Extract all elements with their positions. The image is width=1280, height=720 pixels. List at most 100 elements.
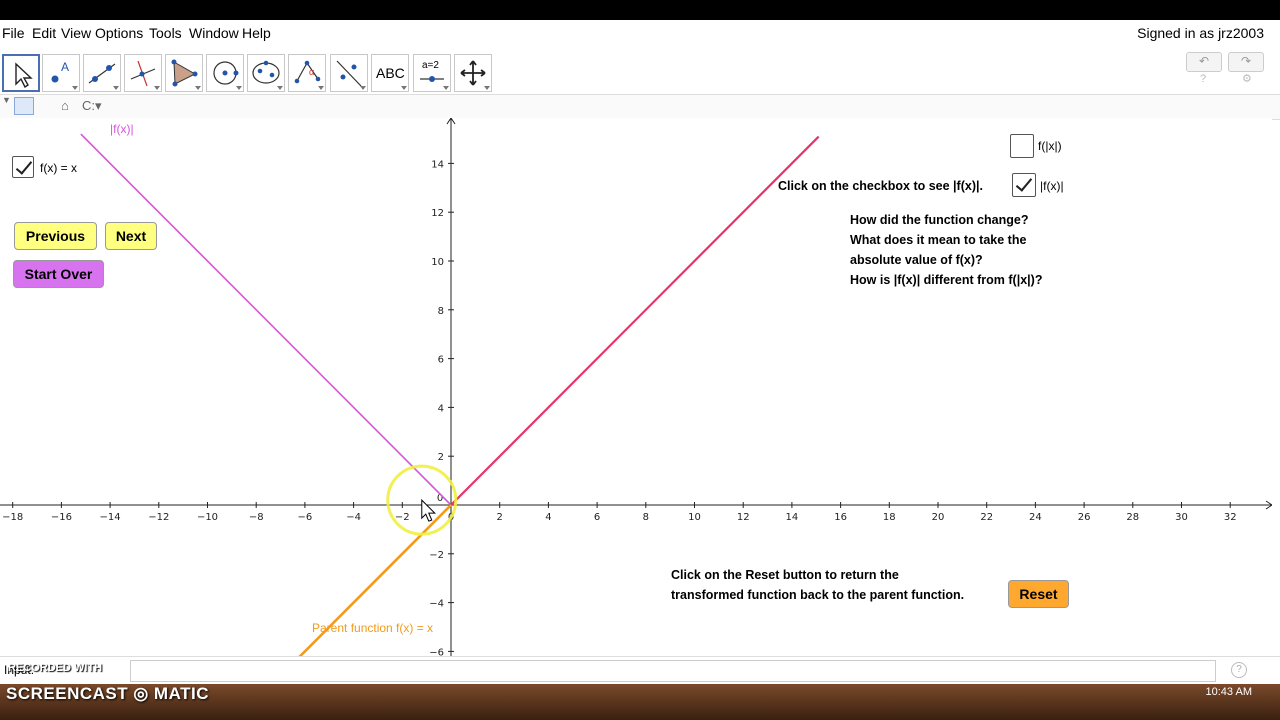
y-tick-label: 2 — [438, 452, 444, 463]
menu-bar: File Edit View Options Tools Window Help… — [0, 20, 1280, 46]
reset-button[interactable]: Reset — [1008, 580, 1069, 608]
abs-fx-curve-label: |f(x)| — [110, 122, 134, 136]
screen-top-border — [0, 0, 1280, 20]
menu-help[interactable]: Help — [242, 25, 271, 41]
graphics-view[interactable]: −18 −16 −14 −12 −10 −8 −6 −4 −2 0 2 4 6 8 10 12 14 16 18 20… — [0, 118, 1272, 656]
geogebra-window: File Edit View Options Tools Window Help… — [0, 20, 1280, 720]
menu-file[interactable]: File — [2, 25, 25, 41]
y-tick-label: 8 — [438, 306, 444, 317]
conic-tool-button[interactable] — [247, 54, 285, 92]
angle-tool-button[interactable]: α — [288, 54, 326, 92]
x-tick-label: −12 — [148, 512, 169, 523]
watermark-recorded: RECORDED WITH — [8, 662, 103, 674]
question-4: How is |f(x)| different from f(|x|)? — [850, 273, 1043, 287]
f-absx-checkbox[interactable] — [1010, 134, 1034, 158]
x-tick-label: 10 — [688, 512, 701, 523]
y-tick-label: 6 — [438, 355, 444, 366]
question-3: absolute value of f(x)? — [850, 253, 983, 267]
y-tick-label: 12 — [431, 208, 444, 219]
x-tick-label: −14 — [100, 512, 121, 523]
x-tick-label: 30 — [1175, 512, 1188, 523]
style-bar: ▼ ⌂ C:▾ — [0, 94, 1280, 120]
y-tick-label: −2 — [429, 550, 444, 561]
abs-fx-checkbox-label: |f(x)| — [1040, 179, 1064, 193]
help-icon[interactable]: ? — [1200, 73, 1206, 85]
mouse-cursor-icon — [421, 498, 436, 522]
gear-icon[interactable]: ⚙ — [1242, 72, 1252, 85]
x-tick-label: 22 — [980, 512, 993, 523]
watermark-screencast: SCREENCAST ◎ MATIC — [6, 684, 209, 703]
toolbar: A α ABC a=2 ↶ ↷ ? ⚙ — [0, 50, 1280, 94]
abs-fx-checkbox[interactable] — [1012, 173, 1036, 197]
reset-instruction-2: transformed function back to the parent … — [671, 588, 965, 602]
abs-fx-line — [450, 135, 820, 506]
polygon-tool-button[interactable] — [165, 54, 203, 92]
y-tick-label: 4 — [438, 403, 444, 414]
home-icon[interactable]: ⌂ — [61, 98, 69, 113]
line-tool-button[interactable] — [83, 54, 121, 92]
f-absx-checkbox-label: f(|x|) — [1038, 139, 1062, 153]
text-tool-label: ABC — [376, 65, 405, 81]
move-tool-icon — [15, 62, 33, 89]
perpendicular-tool-button[interactable] — [124, 54, 162, 92]
menu-options[interactable]: Options — [95, 25, 143, 41]
move-tool-button[interactable] — [2, 54, 40, 92]
x-tick-label: −16 — [51, 512, 72, 523]
menu-window[interactable]: Window — [189, 25, 239, 41]
reflected-line — [80, 133, 452, 506]
fx-checkbox[interactable] — [12, 156, 34, 178]
reset-instruction-1: Click on the Reset button to return the — [671, 568, 899, 582]
x-tick-label: 32 — [1224, 512, 1237, 523]
x-tick-label: −10 — [197, 512, 218, 523]
parent-function-label: Parent function f(x) = x — [312, 621, 434, 635]
svg-text:A: A — [61, 60, 69, 74]
x-tick-label: 6 — [594, 512, 600, 523]
view-options-icon[interactable]: C:▾ — [82, 98, 102, 114]
y-tick-label: 14 — [431, 159, 444, 170]
x-tick-label: 18 — [883, 512, 896, 523]
point-tool-button[interactable]: A — [42, 54, 80, 92]
x-tick-label: 16 — [834, 512, 847, 523]
slider-tool-button[interactable]: a=2 — [413, 54, 451, 92]
y-tick-label: −4 — [429, 599, 444, 610]
next-button[interactable]: Next — [105, 222, 157, 250]
redo-button[interactable]: ↷ — [1228, 52, 1264, 72]
coordinate-plane[interactable]: −18 −16 −14 −12 −10 −8 −6 −4 −2 0 2 4 6 8 10 12 14 16 18 20… — [0, 118, 1272, 656]
question-1: How did the function change? — [850, 213, 1029, 227]
x-tick-label: 14 — [786, 512, 799, 523]
instruction-checkbox-text: Click on the checkbox to see |f(x)|. — [778, 179, 983, 193]
input-help-icon[interactable]: ? — [1231, 662, 1247, 678]
menu-tools[interactable]: Tools — [149, 25, 182, 41]
x-tick-label: 4 — [545, 512, 551, 523]
signed-in-status[interactable]: Signed in as jrz2003 — [1137, 25, 1264, 41]
input-field[interactable] — [130, 660, 1216, 682]
circle-tool-button[interactable] — [206, 54, 244, 92]
y-tick-label: −6 — [429, 647, 444, 656]
previous-button[interactable]: Previous — [14, 222, 97, 250]
undo-button[interactable]: ↶ — [1186, 52, 1222, 72]
collapse-triangle-icon[interactable]: ▼ — [2, 95, 11, 105]
fx-checkbox-label: f(x) = x — [40, 161, 78, 175]
graphics-view-icon[interactable] — [14, 97, 34, 115]
svg-text:α: α — [309, 67, 314, 77]
y-tick-label: 10 — [431, 257, 444, 268]
x-tick-label: −6 — [298, 512, 313, 523]
x-tick-label: 12 — [737, 512, 750, 523]
question-2: What does it mean to take the — [850, 233, 1027, 247]
reflect-tool-button[interactable] — [330, 54, 368, 92]
x-tick-label: −18 — [2, 512, 23, 523]
x-tick-label: 8 — [643, 512, 649, 523]
taskbar-clock: 10:43 AM — [1205, 686, 1252, 698]
move-graphics-tool-button[interactable] — [454, 54, 492, 92]
x-tick-label: 2 — [497, 512, 503, 523]
x-tick-label: −4 — [346, 512, 361, 523]
x-tick-label: 28 — [1126, 512, 1139, 523]
x-tick-label: −8 — [249, 512, 264, 523]
text-tool-button[interactable]: ABC — [371, 54, 409, 92]
x-tick-label: 20 — [932, 512, 945, 523]
x-tick-label: 24 — [1029, 512, 1042, 523]
x-tick-label: 26 — [1078, 512, 1091, 523]
start-over-button[interactable]: Start Over — [13, 260, 104, 288]
menu-view[interactable]: View — [61, 25, 91, 41]
menu-edit[interactable]: Edit — [32, 25, 56, 41]
